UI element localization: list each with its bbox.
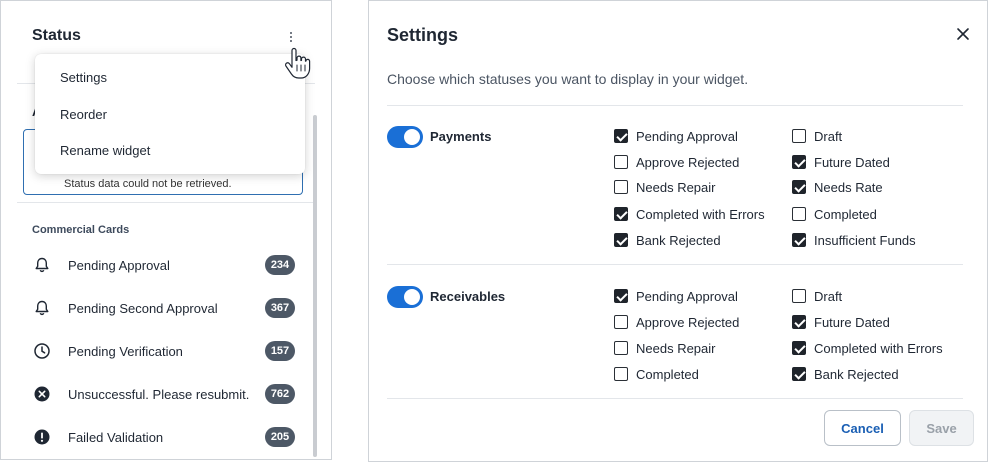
checkbox-draft[interactable]: Draft — [792, 127, 842, 145]
status-item[interactable]: Pending Approval 234 — [32, 253, 295, 277]
widget-title: Status — [32, 27, 81, 44]
menu-item-settings[interactable]: Settings — [60, 70, 107, 85]
section-label: Commercial Cards — [32, 224, 130, 236]
settings-dialog: Settings Choose which statuses you want … — [368, 0, 988, 462]
divider — [17, 202, 315, 203]
checkbox-completed[interactable]: Completed — [614, 365, 699, 383]
status-item[interactable]: Pending Second Approval 367 — [32, 296, 295, 320]
status-item[interactable]: Unsuccessful. Please resubmit. 762 — [32, 382, 295, 406]
checkbox-approve-rejected[interactable]: Approve Rejected — [614, 153, 739, 171]
count-badge: 367 — [265, 298, 295, 318]
dialog-title: Settings — [387, 25, 459, 45]
menu-item-rename-widget[interactable]: Rename widget — [60, 143, 150, 158]
checkbox-completed[interactable]: Completed — [792, 205, 877, 223]
status-item-label: Failed Validation — [68, 429, 164, 445]
alert-message: Status data could not be retrieved. — [64, 178, 232, 190]
checkbox-completed-with-errors[interactable]: Completed with Errors — [792, 339, 943, 357]
dialog-subtitle: Choose which statuses you want to displa… — [387, 71, 749, 87]
widget-options-menu: Settings Reorder Rename widget — [35, 54, 305, 174]
checkbox-future-dated[interactable]: Future Dated — [792, 153, 890, 171]
save-button[interactable]: Save — [909, 410, 974, 446]
divider — [387, 105, 963, 106]
bell-icon — [32, 255, 52, 275]
checkbox-pending-approval[interactable]: Pending Approval — [614, 127, 738, 145]
checkbox-needs-rate[interactable]: Needs Rate — [792, 178, 883, 196]
divider — [387, 264, 963, 265]
checkbox-draft[interactable]: Draft — [792, 287, 842, 305]
checkbox-completed-with-errors[interactable]: Completed with Errors — [614, 205, 765, 223]
group-label-receivables: Receivables — [430, 289, 506, 304]
more-options-icon[interactable] — [284, 29, 298, 45]
x-circle-icon — [32, 384, 52, 404]
receivables-toggle[interactable] — [387, 286, 423, 308]
hand-pointer-icon — [285, 47, 311, 79]
checkbox-insufficient-funds[interactable]: Insufficient Funds — [792, 231, 916, 249]
status-item-label: Pending Second Approval — [68, 300, 218, 316]
checkbox-bank-rejected[interactable]: Bank Rejected — [792, 365, 899, 383]
status-item[interactable]: Failed Validation 205 — [32, 425, 295, 449]
count-badge: 762 — [265, 384, 295, 404]
status-item-label: Pending Verification — [68, 343, 183, 359]
count-badge: 205 — [265, 427, 295, 447]
cancel-button[interactable]: Cancel — [824, 410, 901, 446]
payments-toggle[interactable] — [387, 126, 423, 148]
exclamation-circle-icon — [32, 427, 52, 447]
checkbox-needs-repair[interactable]: Needs Repair — [614, 339, 716, 357]
count-badge: 157 — [265, 341, 295, 361]
menu-item-reorder[interactable]: Reorder — [60, 107, 107, 122]
status-item-label: Unsuccessful. Please resubmit. — [68, 386, 250, 402]
count-badge: 234 — [265, 255, 295, 275]
clock-icon — [32, 341, 52, 361]
status-item[interactable]: Pending Verification 157 — [32, 339, 295, 363]
checkbox-needs-repair[interactable]: Needs Repair — [614, 178, 716, 196]
checkbox-future-dated[interactable]: Future Dated — [792, 313, 890, 331]
scrollbar[interactable] — [313, 115, 317, 457]
status-widget: Status A Status data could not be retrie… — [0, 0, 332, 460]
divider — [387, 398, 963, 399]
close-icon[interactable] — [955, 26, 971, 42]
group-label-payments: Payments — [430, 129, 492, 144]
checkbox-bank-rejected[interactable]: Bank Rejected — [614, 231, 721, 249]
checkbox-approve-rejected[interactable]: Approve Rejected — [614, 313, 739, 331]
status-item-label: Pending Approval — [68, 257, 170, 273]
bell-icon — [32, 298, 52, 318]
checkbox-pending-approval[interactable]: Pending Approval — [614, 287, 738, 305]
